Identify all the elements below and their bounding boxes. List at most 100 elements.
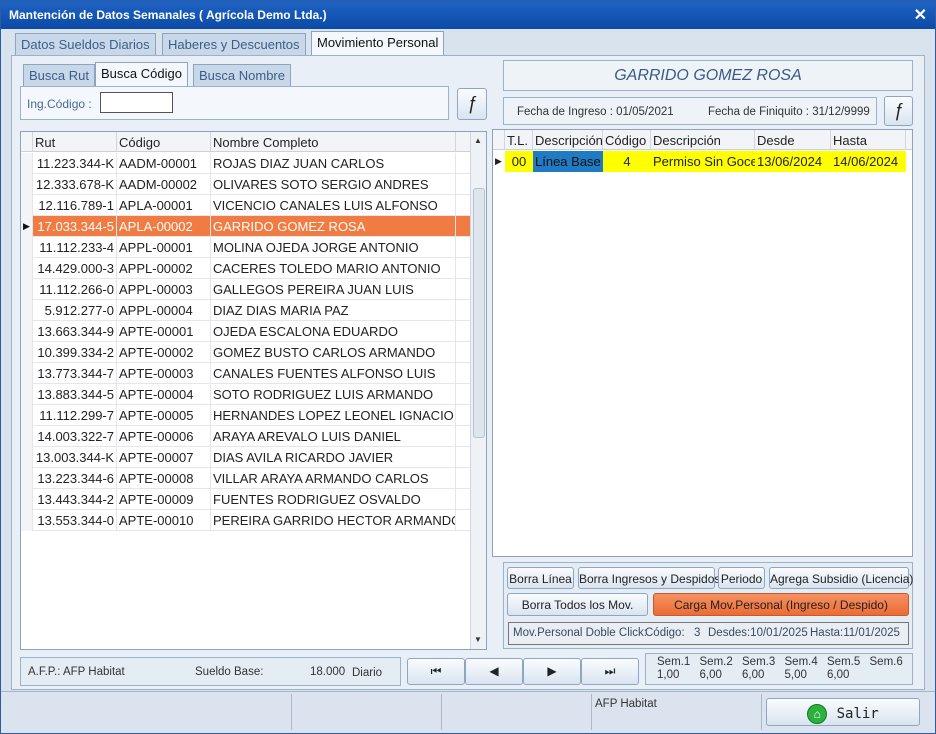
cell-nombre[interactable]: ARAYA AREVALO LUIS DANIEL (211, 426, 456, 447)
cell-nombre[interactable]: OLIVARES SOTO SERGIO ANDRES (211, 174, 456, 195)
cell-nombre[interactable]: GOMEZ BUSTO CARLOS ARMANDO (211, 342, 456, 363)
cell-rut[interactable]: 13.553.344-0 (33, 510, 117, 531)
cell-codigo[interactable]: APTE-00002 (117, 342, 211, 363)
cell-nombre[interactable]: SOTO RODRIGUEZ LUIS ARMANDO (211, 384, 456, 405)
mov-cell-tl[interactable]: 00 (505, 151, 533, 172)
table-row[interactable]: 13.663.344-9 APTE-00001 OJEDA ESCALONA EDU… (21, 321, 486, 342)
scroll-thumb[interactable] (473, 188, 485, 438)
carga-mov-button[interactable]: Carga Mov.Personal (Ingreso / Despido) (653, 593, 909, 616)
mov-cell-hasta[interactable]: 14/06/2024 (831, 151, 906, 172)
cell-codigo[interactable]: APPL-00002 (117, 258, 211, 279)
cell-rut[interactable]: 5.912.277-0 (33, 300, 117, 321)
cell-nombre[interactable]: MOLINA OJEDA JORGE ANTONIO (211, 237, 456, 258)
cell-codigo[interactable]: APTE-00005 (117, 405, 211, 426)
mov-cell-desde[interactable]: 13/06/2024 (755, 151, 831, 172)
table-row[interactable]: 13.553.344-0 APTE-00010 PEREIRA GARRIDO HE… (21, 510, 486, 531)
table-row[interactable]: 13.773.344-7 APTE-00003 CANALES FUENTES AL… (21, 363, 486, 384)
cell-codigo[interactable]: APTE-00007 (117, 447, 211, 468)
table-row[interactable]: 11.112.266-0 APPL-00003 GALLEGOS PEREIRA J… (21, 279, 486, 300)
cell-codigo[interactable]: APTE-00001 (117, 321, 211, 342)
cell-rut[interactable]: 11.112.266-0 (33, 279, 117, 300)
tab-busca-rut[interactable]: Busca Rut (23, 64, 95, 86)
cell-rut[interactable]: 11.223.344-K (33, 153, 117, 174)
cell-rut[interactable]: 13.443.344-2 (33, 489, 117, 510)
agrega-subsidio-button[interactable]: Agrega Subsidio (Licencia) (769, 567, 913, 589)
periodo-button[interactable]: Periodo (718, 567, 765, 589)
table-row[interactable]: 11.112.233-4 APPL-00001 MOLINA OJEDA JORGE… (21, 237, 486, 258)
table-row[interactable]: ▶ 17.033.344-5 APLA-00002 GARRIDO GOMEZ ROS… (21, 216, 486, 237)
cell-rut[interactable]: 12.116.789-1 (33, 195, 117, 216)
nav-last-icon[interactable]: ⏭ (581, 658, 639, 685)
tab-haberes-descuentos[interactable]: Haberes y Descuentos (162, 33, 306, 55)
table-row[interactable]: 11.112.299-7 APTE-00005 HERNANDES LOPEZ LE… (21, 405, 486, 426)
cell-nombre[interactable]: FUENTES RODRIGUEZ OSVALDO (211, 489, 456, 510)
table-row[interactable]: 13.223.344-6 APTE-00008 VILLAR ARAYA ARMAN… (21, 468, 486, 489)
cell-codigo[interactable]: APLA-00002 (117, 216, 211, 237)
cell-nombre[interactable]: GALLEGOS PEREIRA JUAN LUIS (211, 279, 456, 300)
cell-codigo[interactable]: AADM-00001 (117, 153, 211, 174)
cell-rut[interactable]: 14.003.322-7 (33, 426, 117, 447)
cell-nombre[interactable]: GARRIDO GOMEZ ROSA (211, 216, 456, 237)
mov-header-desde[interactable]: Desde (755, 130, 831, 150)
table-row[interactable]: 14.003.322-7 APTE-00006 ARAYA AREVALO LUIS… (21, 426, 486, 447)
cell-nombre[interactable]: DIAZ DIAS MARIA PAZ (211, 300, 456, 321)
header-codigo[interactable]: Código (117, 132, 211, 152)
function-button-2[interactable]: ƒ (884, 96, 913, 126)
cell-codigo[interactable]: APTE-00003 (117, 363, 211, 384)
mov-header-tl[interactable]: T.L. (505, 130, 533, 150)
cell-nombre[interactable]: ROJAS DIAZ JUAN CARLOS (211, 153, 456, 174)
cell-rut[interactable]: 11.112.233-4 (33, 237, 117, 258)
borra-ingresos-button[interactable]: Borra Ingresos y Despidos (578, 567, 720, 589)
nav-next-icon[interactable]: ▶ (523, 658, 581, 685)
tab-datos-sueldos[interactable]: Datos Sueldos Diarios (15, 33, 156, 55)
cell-nombre[interactable]: DIAS AVILA RICARDO JAVIER (211, 447, 456, 468)
cell-rut[interactable]: 11.112.299-7 (33, 405, 117, 426)
mov-header-hasta[interactable]: Hasta (831, 130, 906, 150)
table-row[interactable]: 13.883.344-5 APTE-00004 SOTO RODRIGUEZ LUI… (21, 384, 486, 405)
cell-nombre[interactable]: CANALES FUENTES ALFONSO LUIS (211, 363, 456, 384)
cell-nombre[interactable]: HERNANDES LOPEZ LEONEL IGNACIO (211, 405, 456, 426)
cell-nombre[interactable]: PEREIRA GARRIDO HECTOR ARMANDO (211, 510, 456, 531)
tab-busca-codigo[interactable]: Busca Código (95, 62, 188, 86)
table-row[interactable]: 10.399.334-2 APTE-00002 GOMEZ BUSTO CARLOS… (21, 342, 486, 363)
cell-rut[interactable]: 13.883.344-5 (33, 384, 117, 405)
cell-rut[interactable]: 13.003.344-K (33, 447, 117, 468)
scroll-up-icon[interactable]: ▲ (474, 136, 482, 145)
cell-rut[interactable]: 13.663.344-9 (33, 321, 117, 342)
table-row[interactable]: 5.912.277-0 APPL-00004 DIAZ DIAS MARIA PAZ (21, 300, 486, 321)
function-button[interactable]: ƒ (457, 88, 487, 120)
nav-first-icon[interactable]: ⏮ (407, 658, 465, 685)
cell-codigo[interactable]: APTE-00004 (117, 384, 211, 405)
mov-header-codigo[interactable]: Código (603, 130, 651, 150)
cell-nombre[interactable]: VICENCIO CANALES LUIS ALFONSO (211, 195, 456, 216)
mov-row[interactable]: ▶ 00 Línea Base 4 Permiso Sin Goce 13/06… (493, 151, 912, 172)
mov-header-descripcion-1[interactable]: Descripción (533, 130, 603, 150)
borra-todos-button[interactable]: Borra Todos los Mov. (507, 593, 648, 616)
tab-movimiento-personal[interactable]: Movimiento Personal (311, 31, 445, 55)
mov-cell-descripcion-2[interactable]: Permiso Sin Goce (651, 151, 755, 172)
cell-rut[interactable]: 12.333.678-K (33, 174, 117, 195)
table-row[interactable]: 13.443.344-2 APTE-00009 FUENTES RODRIGUEZ … (21, 489, 486, 510)
tab-busca-nombre[interactable]: Busca Nombre (193, 64, 291, 86)
close-icon[interactable]: ✕ (914, 5, 927, 25)
borra-linea-button[interactable]: Borra Línea (507, 567, 574, 589)
cell-nombre[interactable]: CACERES TOLEDO MARIO ANTONIO (211, 258, 456, 279)
cell-rut[interactable]: 17.033.344-5 (33, 216, 117, 237)
mov-header-descripcion-2[interactable]: Descripción (651, 130, 755, 150)
header-rut[interactable]: Rut (33, 132, 117, 152)
employee-scrollbar[interactable]: ▲ ▼ (470, 132, 486, 649)
cell-codigo[interactable]: APTE-00008 (117, 468, 211, 489)
cell-codigo[interactable]: APPL-00003 (117, 279, 211, 300)
cell-codigo[interactable]: AADM-00002 (117, 174, 211, 195)
cell-codigo[interactable]: APPL-00004 (117, 300, 211, 321)
cell-rut[interactable]: 13.773.344-7 (33, 363, 117, 384)
mov-cell-descripcion-1[interactable]: Línea Base (533, 151, 603, 172)
mov-cell-codigo[interactable]: 4 (603, 151, 651, 172)
cell-nombre[interactable]: OJEDA ESCALONA EDUARDO (211, 321, 456, 342)
cell-codigo[interactable]: APTE-00006 (117, 426, 211, 447)
cell-codigo[interactable]: APTE-00010 (117, 510, 211, 531)
cell-rut[interactable]: 14.429.000-3 (33, 258, 117, 279)
salir-button[interactable]: ⌂ Salir (766, 698, 920, 726)
cell-codigo[interactable]: APTE-00009 (117, 489, 211, 510)
table-row[interactable]: 12.116.789-1 APLA-00001 VICENCIO CANALES L… (21, 195, 486, 216)
